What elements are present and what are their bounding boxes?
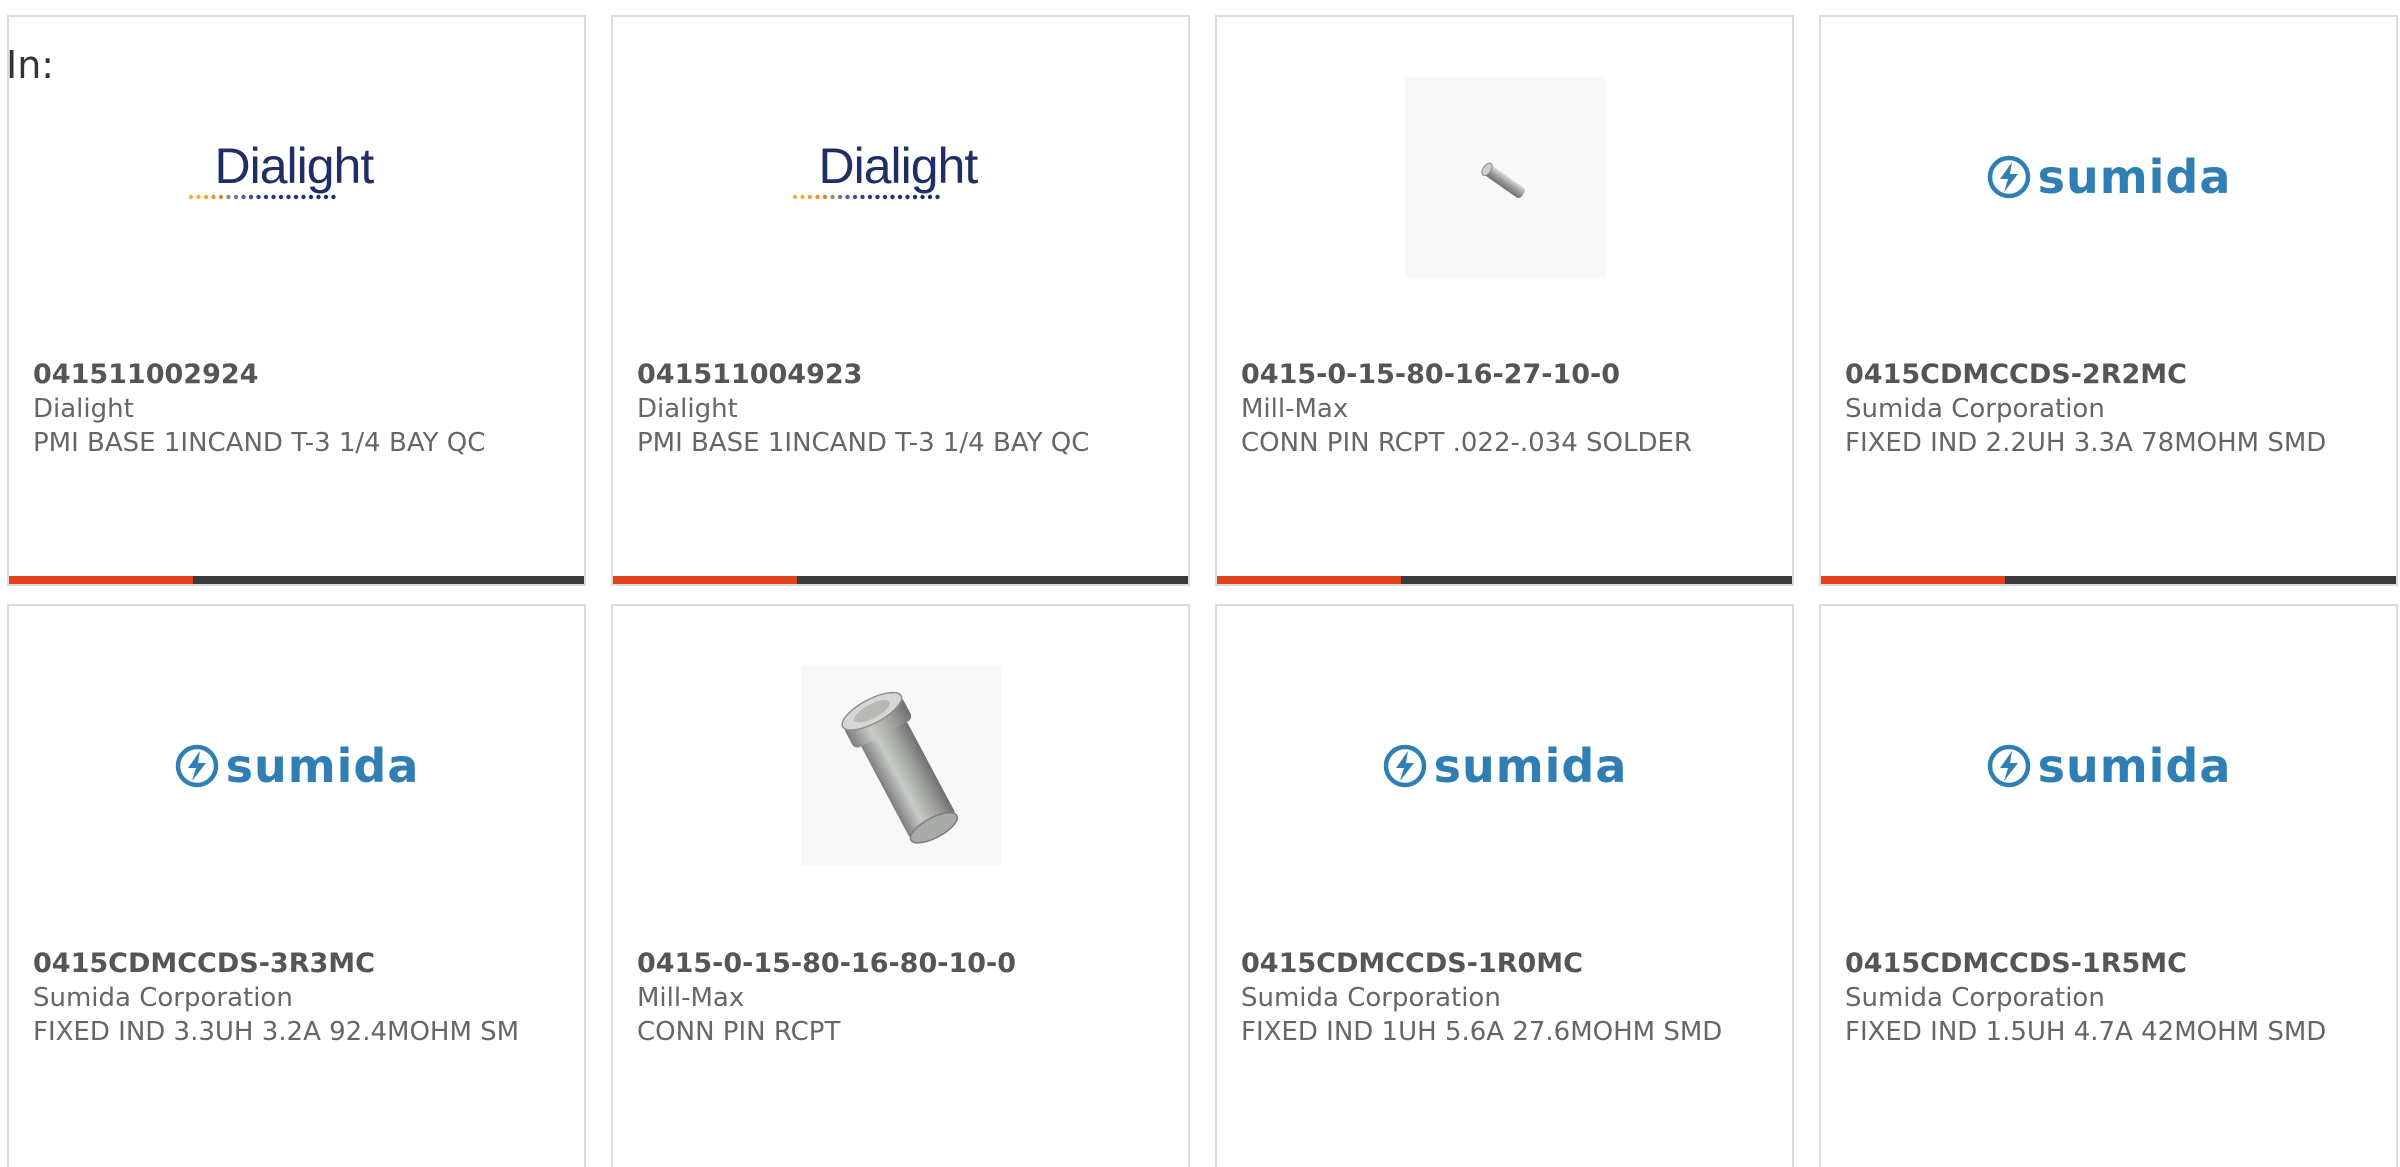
product-description: CONN PIN RCPT .022-.034 SOLDER bbox=[1241, 428, 1692, 458]
product-description: FIXED IND 1.5UH 4.7A 42MOHM SMD bbox=[1845, 1017, 2327, 1047]
part-number-link[interactable]: 0415CDMCCDS-3R3MC bbox=[33, 947, 564, 981]
part-number-link[interactable]: 0415CDMCCDS-1R5MC bbox=[1845, 947, 2376, 981]
sumida-logo: sumida bbox=[174, 743, 420, 789]
product-description: PMI BASE 1INCAND T-3 1/4 BAY QC bbox=[33, 428, 486, 458]
product-card[interactable]: sumida 0415CDMCCDS-1R0MC Sumida Corporat… bbox=[1215, 604, 1794, 1167]
sumida-logo: sumida bbox=[1986, 154, 2232, 200]
product-description: FIXED IND 1UH 5.6A 27.6MOHM SMD bbox=[1241, 1017, 1723, 1047]
manufacturer-name: Sumida Corporation bbox=[33, 983, 293, 1013]
product-grid: Dialight 041511002924 Dialight PMI BASE … bbox=[7, 15, 2398, 1167]
part-number-link[interactable]: 0415-0-15-80-16-27-10-0 bbox=[1241, 358, 1772, 392]
product-info: 041511002924 Dialight PMI BASE 1INCAND T… bbox=[33, 358, 564, 460]
large-pin-photo bbox=[800, 666, 1001, 866]
card-progress-fill bbox=[1821, 576, 2005, 584]
product-image[interactable]: sumida bbox=[9, 661, 584, 871]
product-info: 0415CDMCCDS-1R0MC Sumida Corporation FIX… bbox=[1241, 947, 1772, 1049]
manufacturer-name: Dialight bbox=[33, 394, 134, 424]
product-info: 041511004923 Dialight PMI BASE 1INCAND T… bbox=[637, 358, 1168, 460]
card-progress-fill bbox=[613, 576, 797, 584]
small-pin-photo bbox=[1404, 77, 1605, 277]
sumida-logo: sumida bbox=[1382, 743, 1628, 789]
product-description: FIXED IND 2.2UH 3.3A 78MOHM SMD bbox=[1845, 428, 2327, 458]
card-progress-fill bbox=[1217, 576, 1401, 584]
sumida-mark-icon bbox=[1383, 744, 1426, 788]
product-description: CONN PIN RCPT bbox=[637, 1017, 841, 1047]
product-info: 0415CDMCCDS-3R3MC Sumida Corporation FIX… bbox=[33, 947, 564, 1049]
sumida-mark-icon bbox=[1987, 744, 2030, 788]
product-card[interactable]: 0415-0-15-80-16-80-10-0 Mill-Max CONN PI… bbox=[611, 604, 1190, 1167]
product-card[interactable]: sumida 0415CDMCCDS-3R3MC Sumida Corporat… bbox=[7, 604, 586, 1167]
dialight-logo: Dialight bbox=[791, 137, 1011, 217]
product-card[interactable]: Dialight 041511002924 Dialight PMI BASE … bbox=[7, 15, 586, 586]
manufacturer-name: Dialight bbox=[637, 394, 738, 424]
sumida-logo: sumida bbox=[1986, 743, 2232, 789]
card-progress-bar bbox=[613, 576, 1188, 584]
product-image[interactable]: sumida bbox=[1821, 72, 2396, 282]
sumida-mark-icon bbox=[175, 744, 218, 788]
product-description: PMI BASE 1INCAND T-3 1/4 BAY QC bbox=[637, 428, 1090, 458]
manufacturer-name: Sumida Corporation bbox=[1241, 983, 1501, 1013]
manufacturer-name: Sumida Corporation bbox=[1845, 983, 2105, 1013]
product-image[interactable] bbox=[613, 661, 1188, 871]
product-card[interactable]: sumida 0415CDMCCDS-2R2MC Sumida Corporat… bbox=[1819, 15, 2398, 586]
product-description: FIXED IND 3.3UH 3.2A 92.4MOHM SM bbox=[33, 1017, 520, 1047]
card-progress-fill bbox=[9, 576, 193, 584]
product-info: 0415-0-15-80-16-27-10-0 Mill-Max CONN PI… bbox=[1241, 358, 1772, 460]
card-progress-bar bbox=[1217, 576, 1792, 584]
product-image[interactable]: Dialight bbox=[613, 72, 1188, 282]
filter-label: In: bbox=[6, 43, 55, 87]
product-image[interactable]: Dialight bbox=[9, 72, 584, 282]
part-number-link[interactable]: 041511004923 bbox=[637, 358, 1168, 392]
card-progress-bar bbox=[9, 576, 584, 584]
manufacturer-name: Mill-Max bbox=[637, 983, 745, 1013]
part-number-link[interactable]: 0415CDMCCDS-2R2MC bbox=[1845, 358, 2376, 392]
product-grid-page: In: Dialight 041511002924 Dialight PMI B… bbox=[0, 0, 2400, 1167]
product-card[interactable]: sumida 0415CDMCCDS-1R5MC Sumida Corporat… bbox=[1819, 604, 2398, 1167]
product-image[interactable]: sumida bbox=[1217, 661, 1792, 871]
product-info: 0415CDMCCDS-2R2MC Sumida Corporation FIX… bbox=[1845, 358, 2376, 460]
part-number-link[interactable]: 0415CDMCCDS-1R0MC bbox=[1241, 947, 1772, 981]
dialight-logo: Dialight bbox=[187, 137, 407, 217]
part-number-link[interactable]: 041511002924 bbox=[33, 358, 564, 392]
product-info: 0415CDMCCDS-1R5MC Sumida Corporation FIX… bbox=[1845, 947, 2376, 1049]
manufacturer-name: Mill-Max bbox=[1241, 394, 1349, 424]
sumida-mark-icon bbox=[1987, 155, 2030, 199]
card-progress-bar bbox=[1821, 576, 2396, 584]
product-card[interactable]: Dialight 041511004923 Dialight PMI BASE … bbox=[611, 15, 1190, 586]
product-card[interactable]: 0415-0-15-80-16-27-10-0 Mill-Max CONN PI… bbox=[1215, 15, 1794, 586]
product-info: 0415-0-15-80-16-80-10-0 Mill-Max CONN PI… bbox=[637, 947, 1168, 1049]
product-image[interactable] bbox=[1217, 72, 1792, 282]
manufacturer-name: Sumida Corporation bbox=[1845, 394, 2105, 424]
product-image[interactable]: sumida bbox=[1821, 661, 2396, 871]
part-number-link[interactable]: 0415-0-15-80-16-80-10-0 bbox=[637, 947, 1168, 981]
